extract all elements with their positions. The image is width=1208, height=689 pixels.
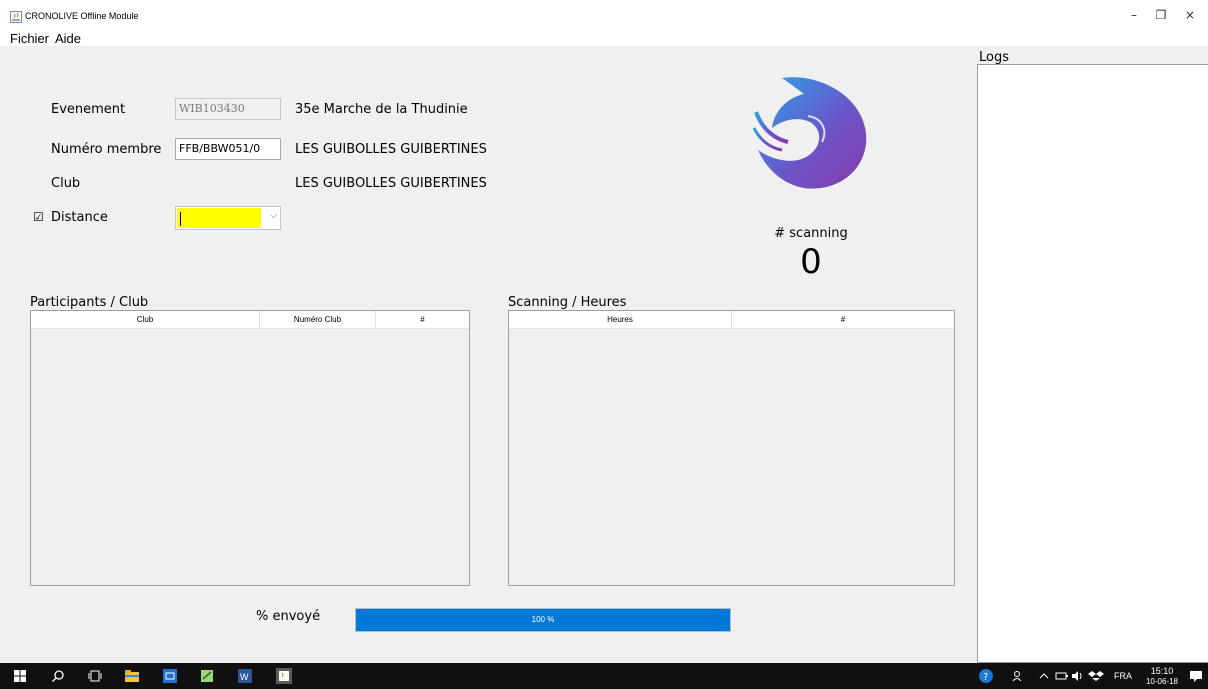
- distance-checkbox[interactable]: ☑: [33, 210, 44, 224]
- chevron-up-icon[interactable]: [1036, 668, 1052, 684]
- title-bar: CRONOLIVE Offline Module – ❐ ×: [0, 0, 1208, 30]
- club-label: Club: [51, 176, 81, 191]
- task-view-icon[interactable]: [87, 668, 103, 684]
- help-icon[interactable]: ?: [978, 668, 994, 684]
- column-header-club[interactable]: Club: [31, 311, 260, 329]
- language-indicator[interactable]: FRA: [1114, 671, 1132, 681]
- dropbox-icon[interactable]: [1088, 668, 1104, 684]
- logs-panel[interactable]: [977, 64, 1208, 663]
- distance-combobox[interactable]: ⌵: [175, 206, 281, 230]
- windows-start-icon[interactable]: [12, 668, 28, 684]
- clock-time[interactable]: 15:10: [1150, 666, 1174, 676]
- member-club-name: LES GUIBOLLES GUIBERTINES: [295, 142, 487, 157]
- distance-combobox-editor[interactable]: [177, 208, 261, 228]
- java-app-taskbar-icon[interactable]: [276, 668, 292, 684]
- maximize-button[interactable]: ❐: [1151, 8, 1171, 24]
- java-app-icon: [10, 11, 22, 23]
- progress-label: % envoyé: [256, 609, 321, 624]
- participants-table-header: Club Numéro Club #: [31, 311, 469, 329]
- scan-hours-table[interactable]: Heures #: [508, 310, 955, 586]
- cronolive-logo-icon: [752, 77, 867, 189]
- column-header-scan-count[interactable]: #: [732, 311, 954, 329]
- chevron-down-icon[interactable]: ⌵: [270, 211, 277, 221]
- participants-table[interactable]: Club Numéro Club #: [30, 310, 470, 586]
- distance-label: Distance: [51, 210, 108, 225]
- minimize-button[interactable]: –: [1124, 8, 1144, 24]
- text-caret: [180, 212, 181, 226]
- notifications-icon[interactable]: [1188, 668, 1204, 684]
- remote-app-icon[interactable]: [162, 668, 178, 684]
- member-number-input[interactable]: FFB/BBW051/0: [175, 138, 281, 160]
- scan-hours-title: Scanning / Heures: [508, 295, 627, 310]
- scan-hours-table-header: Heures #: [509, 311, 954, 329]
- people-icon[interactable]: [1011, 668, 1027, 684]
- upload-progress-bar: 100 %: [355, 608, 731, 632]
- taskbar: W ? FRA 15:10 10-06-18: [0, 663, 1208, 689]
- menu-bar: Fichier Aide: [0, 30, 1208, 46]
- column-header-count[interactable]: #: [376, 311, 469, 329]
- progress-text: 100 %: [531, 615, 555, 624]
- file-explorer-icon[interactable]: [124, 668, 140, 684]
- svg-text:?: ?: [983, 672, 988, 683]
- scanning-label: # scanning: [774, 226, 848, 241]
- menu-aide[interactable]: Aide: [55, 31, 81, 46]
- column-header-numero-club[interactable]: Numéro Club: [260, 311, 376, 329]
- member-label: Numéro membre: [51, 142, 162, 157]
- event-label: Evenement: [51, 102, 126, 117]
- clock-date[interactable]: 10-06-18: [1142, 677, 1182, 686]
- participants-title: Participants / Club: [30, 295, 149, 310]
- event-name: 35e Marche de la Thudinie: [295, 102, 468, 117]
- search-icon[interactable]: [50, 668, 66, 684]
- club-name: LES GUIBOLLES GUIBERTINES: [295, 176, 487, 191]
- word-icon[interactable]: W: [237, 668, 253, 684]
- column-header-heures[interactable]: Heures: [509, 311, 732, 329]
- network-icon[interactable]: [1054, 668, 1070, 684]
- window-title: CRONOLIVE Offline Module: [25, 11, 139, 21]
- volume-icon[interactable]: [1070, 668, 1086, 684]
- menu-fichier[interactable]: Fichier: [10, 31, 49, 46]
- notepad-icon[interactable]: [199, 668, 215, 684]
- scanning-count: 0: [800, 242, 822, 282]
- close-button[interactable]: ×: [1180, 8, 1200, 24]
- event-code-field: WIB103430: [175, 98, 281, 120]
- svg-text:W: W: [240, 672, 249, 682]
- logs-title: Logs: [979, 50, 1009, 65]
